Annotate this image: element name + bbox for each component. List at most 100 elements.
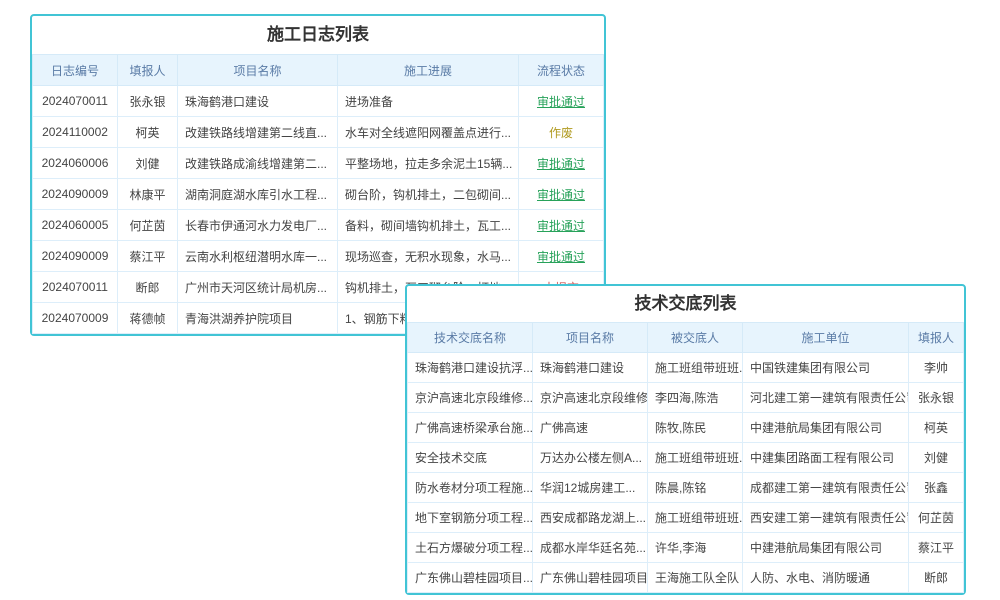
col-header-log-reporter: 填报人 (118, 55, 178, 86)
disclosure-briefed-cell: 施工班组带班班... (648, 503, 743, 533)
log-reporter-cell[interactable]: 张永银 (118, 86, 178, 117)
col-header-log-status: 流程状态 (519, 55, 604, 86)
disclosure-name-cell[interactable]: 京沪高速北京段维修... (408, 383, 533, 413)
log-project-cell[interactable]: 长春市伊通河水力发电厂... (178, 210, 338, 241)
technical-disclosure-table: 技术交底名称 项目名称 被交底人 施工单位 填报人 珠海鹤港口建设抗浮... 珠… (407, 322, 964, 593)
col-header-disclosure-unit: 施工单位 (743, 323, 909, 353)
disclosure-briefed-cell: 施工班组带班班... (648, 353, 743, 383)
status-badge[interactable]: 作废 (549, 126, 573, 140)
log-reporter-cell[interactable]: 林康平 (118, 179, 178, 210)
table-row[interactable]: 安全技术交底 万达办公楼左侧A... 施工班组带班班... 中建集团路面工程有限… (408, 443, 964, 473)
log-id-cell[interactable]: 2024090009 (33, 179, 118, 210)
log-project-cell[interactable]: 改建铁路成渝线增建第二... (178, 148, 338, 179)
disclosure-name-cell[interactable]: 广东佛山碧桂园项目... (408, 563, 533, 593)
disclosure-unit-cell: 中建港航局集团有限公司 (743, 533, 909, 563)
disclosure-reporter-cell[interactable]: 蔡江平 (909, 533, 964, 563)
log-id-cell[interactable]: 2024090009 (33, 241, 118, 272)
status-badge[interactable]: 审批通过 (537, 188, 585, 202)
table-row[interactable]: 珠海鹤港口建设抗浮... 珠海鹤港口建设 施工班组带班班... 中国铁建集团有限… (408, 353, 964, 383)
disclosure-briefed-cell: 许华,李海 (648, 533, 743, 563)
log-reporter-cell[interactable]: 刘健 (118, 148, 178, 179)
status-badge[interactable]: 审批通过 (537, 95, 585, 109)
log-reporter-cell[interactable]: 蒋德帧 (118, 303, 178, 334)
disclosure-project-cell[interactable]: 广东佛山碧桂园项目 (533, 563, 648, 593)
log-id-cell[interactable]: 2024070009 (33, 303, 118, 334)
table-row[interactable]: 土石方爆破分项工程... 成都水岸华廷名苑... 许华,李海 中建港航局集团有限… (408, 533, 964, 563)
disclosure-project-cell[interactable]: 华润12城房建工... (533, 473, 648, 503)
log-status-cell[interactable]: 审批通过 (519, 179, 604, 210)
status-badge[interactable]: 审批通过 (537, 250, 585, 264)
log-id-cell[interactable]: 2024110002 (33, 117, 118, 148)
disclosure-project-cell[interactable]: 京沪高速北京段维修 (533, 383, 648, 413)
log-project-cell[interactable]: 云南水利枢纽潜明水库一... (178, 241, 338, 272)
table-row[interactable]: 广东佛山碧桂园项目... 广东佛山碧桂园项目 王海施工队全队 人防、水电、消防暖… (408, 563, 964, 593)
status-badge[interactable]: 审批通过 (537, 157, 585, 171)
table-row[interactable]: 2024090009 林康平 湖南洞庭湖水库引水工程... 砌台阶，钩机排土，二… (33, 179, 604, 210)
disclosure-name-cell[interactable]: 防水卷材分项工程施... (408, 473, 533, 503)
disclosure-briefed-cell: 陈晨,陈铭 (648, 473, 743, 503)
table-row[interactable]: 2024060005 何芷茵 长春市伊通河水力发电厂... 备料，砌间墙钩机排土… (33, 210, 604, 241)
log-id-cell[interactable]: 2024060005 (33, 210, 118, 241)
log-status-cell[interactable]: 审批通过 (519, 210, 604, 241)
table-row[interactable]: 广佛高速桥梁承台施... 广佛高速 陈牧,陈民 中建港航局集团有限公司 柯英 (408, 413, 964, 443)
log-status-cell[interactable]: 审批通过 (519, 86, 604, 117)
log-status-cell[interactable]: 审批通过 (519, 241, 604, 272)
disclosure-project-cell[interactable]: 万达办公楼左侧A... (533, 443, 648, 473)
log-reporter-cell[interactable]: 蔡江平 (118, 241, 178, 272)
disclosure-reporter-cell[interactable]: 断郎 (909, 563, 964, 593)
disclosure-name-cell[interactable]: 土石方爆破分项工程... (408, 533, 533, 563)
table-row[interactable]: 2024090009 蔡江平 云南水利枢纽潜明水库一... 现场巡查，无积水现象… (33, 241, 604, 272)
disclosure-unit-cell: 中建集团路面工程有限公司 (743, 443, 909, 473)
log-status-cell[interactable]: 作废 (519, 117, 604, 148)
disclosure-project-cell[interactable]: 成都水岸华廷名苑... (533, 533, 648, 563)
col-header-disclosure-briefed: 被交底人 (648, 323, 743, 353)
disclosure-unit-cell: 人防、水电、消防暖通 (743, 563, 909, 593)
table-row[interactable]: 2024070011 张永银 珠海鹤港口建设 进场准备 审批通过 (33, 86, 604, 117)
log-progress-cell: 水车对全线遮阳网覆盖点进行... (338, 117, 519, 148)
log-project-cell[interactable]: 广州市天河区统计局机房... (178, 272, 338, 303)
log-id-cell[interactable]: 2024060006 (33, 148, 118, 179)
disclosure-project-cell[interactable]: 珠海鹤港口建设 (533, 353, 648, 383)
disclosure-reporter-cell[interactable]: 何芷茵 (909, 503, 964, 533)
disclosure-table-title: 技术交底列表 (407, 286, 964, 322)
log-id-cell[interactable]: 2024070011 (33, 272, 118, 303)
table-row[interactable]: 防水卷材分项工程施... 华润12城房建工... 陈晨,陈铭 成都建工第一建筑有… (408, 473, 964, 503)
disclosure-project-cell[interactable]: 西安成都路龙湖上... (533, 503, 648, 533)
status-badge[interactable]: 审批通过 (537, 219, 585, 233)
technical-disclosure-window: 技术交底列表 技术交底名称 项目名称 被交底人 施工单位 填报人 珠海鹤港口建设… (405, 284, 966, 595)
disclosure-name-cell[interactable]: 安全技术交底 (408, 443, 533, 473)
disclosure-unit-cell: 河北建工第一建筑有限责任公司 (743, 383, 909, 413)
table-row[interactable]: 2024110002 柯英 改建铁路线增建第二线直... 水车对全线遮阳网覆盖点… (33, 117, 604, 148)
disclosure-project-cell[interactable]: 广佛高速 (533, 413, 648, 443)
disclosure-reporter-cell[interactable]: 柯英 (909, 413, 964, 443)
disclosure-reporter-cell[interactable]: 张永银 (909, 383, 964, 413)
table-row[interactable]: 京沪高速北京段维修... 京沪高速北京段维修 李四海,陈浩 河北建工第一建筑有限… (408, 383, 964, 413)
col-header-disclosure-name: 技术交底名称 (408, 323, 533, 353)
disclosure-reporter-cell[interactable]: 李帅 (909, 353, 964, 383)
log-project-cell[interactable]: 改建铁路线增建第二线直... (178, 117, 338, 148)
disclosure-briefed-cell: 李四海,陈浩 (648, 383, 743, 413)
disclosure-unit-cell: 中建港航局集团有限公司 (743, 413, 909, 443)
log-project-cell[interactable]: 珠海鹤港口建设 (178, 86, 338, 117)
disclosure-name-cell[interactable]: 珠海鹤港口建设抗浮... (408, 353, 533, 383)
log-reporter-cell[interactable]: 何芷茵 (118, 210, 178, 241)
col-header-log-id: 日志编号 (33, 55, 118, 86)
table-row[interactable]: 2024060006 刘健 改建铁路成渝线增建第二... 平整场地，拉走多余泥土… (33, 148, 604, 179)
log-status-cell[interactable]: 审批通过 (519, 148, 604, 179)
disclosure-reporter-cell[interactable]: 刘健 (909, 443, 964, 473)
col-header-log-progress: 施工进展 (338, 55, 519, 86)
log-id-cell[interactable]: 2024070011 (33, 86, 118, 117)
disclosure-unit-cell: 中国铁建集团有限公司 (743, 353, 909, 383)
log-reporter-cell[interactable]: 断郎 (118, 272, 178, 303)
log-project-cell[interactable]: 青海洪湖养护院项目 (178, 303, 338, 334)
disclosure-reporter-cell[interactable]: 张鑫 (909, 473, 964, 503)
log-reporter-cell[interactable]: 柯英 (118, 117, 178, 148)
log-progress-cell: 进场准备 (338, 86, 519, 117)
disclosure-name-cell[interactable]: 广佛高速桥梁承台施... (408, 413, 533, 443)
table-row[interactable]: 地下室钢筋分项工程... 西安成都路龙湖上... 施工班组带班班... 西安建工… (408, 503, 964, 533)
log-project-cell[interactable]: 湖南洞庭湖水库引水工程... (178, 179, 338, 210)
disclosure-name-cell[interactable]: 地下室钢筋分项工程... (408, 503, 533, 533)
log-progress-cell: 现场巡查，无积水现象，水马... (338, 241, 519, 272)
col-header-disclosure-reporter: 填报人 (909, 323, 964, 353)
disclosure-unit-cell: 西安建工第一建筑有限责任公司 (743, 503, 909, 533)
